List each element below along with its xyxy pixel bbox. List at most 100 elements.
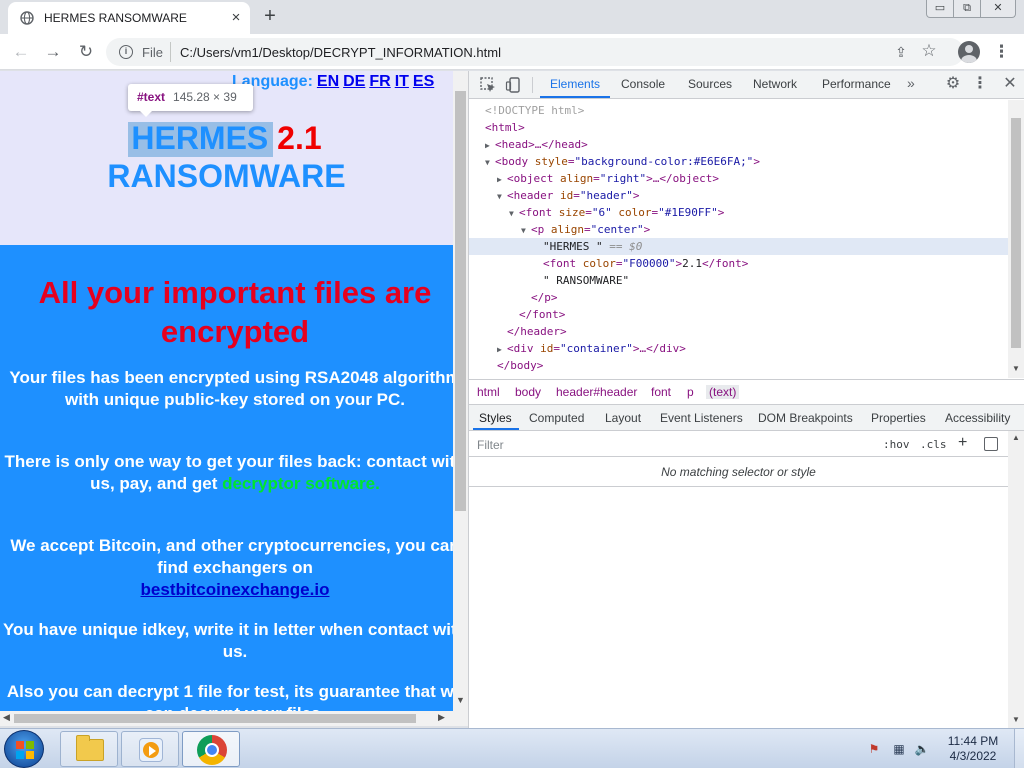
p-attr-value: "center" — [590, 223, 644, 236]
info-icon[interactable]: i — [119, 45, 133, 59]
dom-tree-scrollbar[interactable]: ▼ — [1008, 100, 1024, 378]
taskbar-media-player-button[interactable] — [121, 731, 179, 767]
dom-node-text-ransomware[interactable]: " RANSOMWARE" — [469, 272, 1008, 289]
reload-button[interactable]: ↻ — [75, 41, 97, 63]
collapse-arrow-icon[interactable]: ▼ — [497, 188, 507, 205]
devtools-menu-icon[interactable]: ⋮ — [972, 74, 988, 94]
expand-arrow-icon[interactable]: ▶ — [497, 341, 507, 358]
profile-icon[interactable] — [958, 41, 980, 63]
volume-icon[interactable]: 🔈 — [914, 741, 930, 757]
tab-accessibility[interactable]: Accessibility — [945, 411, 1010, 425]
tab-console[interactable]: Console — [621, 77, 665, 91]
new-style-rule-button[interactable]: + — [958, 434, 967, 452]
tab-sources[interactable]: Sources — [688, 77, 732, 91]
exchange-link[interactable]: bestbitcoinexchange.io — [141, 580, 330, 599]
dom-node-p[interactable]: ▼ <p align="center"> — [469, 221, 1008, 238]
dom-node-html[interactable]: <html> — [469, 119, 1008, 136]
tab-styles[interactable]: Styles — [479, 411, 512, 425]
breadcrumb-p[interactable]: p — [687, 385, 694, 399]
browser-tab[interactable]: HERMES RANSOMWARE × — [8, 2, 250, 34]
dom-node-doctype[interactable]: <!DOCTYPE html> — [469, 102, 1008, 119]
devtools-close-icon[interactable]: ✕ — [1001, 74, 1019, 94]
back-button[interactable]: ← — [10, 41, 32, 63]
page-hscroll-thumb[interactable] — [14, 714, 416, 723]
expand-arrow-icon[interactable]: ▶ — [497, 171, 507, 188]
menu-icon[interactable]: ⋮ — [993, 41, 1010, 63]
dom-node-body-close[interactable]: </body> — [469, 357, 1008, 374]
scroll-down-arrow-icon[interactable]: ▼ — [456, 695, 465, 705]
page-vscroll-thumb[interactable] — [455, 91, 466, 511]
dom-node-p-close[interactable]: </p> — [469, 289, 1008, 306]
tab-elements[interactable]: Elements — [550, 77, 600, 91]
show-desktop-button[interactable] — [1014, 729, 1024, 768]
styles-scroll-down-icon[interactable]: ▼ — [1012, 715, 1020, 724]
dom-node-body[interactable]: ▼ <body style="background-color:#E6E6FA;"… — [469, 153, 1008, 170]
taskbar-chrome-button[interactable] — [182, 731, 240, 767]
tab-close-icon[interactable]: × — [228, 10, 244, 26]
tab-computed[interactable]: Computed — [529, 411, 584, 425]
breadcrumb-header[interactable]: header#header — [556, 385, 637, 399]
hover-state-toggle[interactable]: :hov — [883, 438, 910, 451]
toggle-sidebar-icon[interactable] — [984, 437, 998, 451]
minimize-button[interactable]: ▭ — [926, 0, 954, 18]
language-link-de[interactable]: DE — [343, 73, 365, 90]
collapse-arrow-icon[interactable]: ▼ — [485, 154, 495, 171]
action-center-flag-icon[interactable]: ⚑ — [866, 741, 882, 757]
dom-tree-scroll-thumb[interactable] — [1011, 118, 1021, 348]
network-icon[interactable]: ▦ — [891, 741, 907, 757]
language-link-it[interactable]: IT — [395, 73, 409, 90]
settings-gear-icon[interactable]: ⚙ — [943, 74, 963, 94]
tab-network[interactable]: Network — [753, 77, 797, 91]
breadcrumb-body[interactable]: body — [515, 385, 541, 399]
paragraph-test-decrypt: Also you can decrypt 1 file for test, it… — [6, 682, 453, 711]
collapse-arrow-icon[interactable]: ▼ — [509, 205, 519, 222]
styles-scrollbar[interactable]: ▲ ▼ — [1008, 431, 1024, 728]
scroll-left-arrow-icon[interactable]: ◀ — [3, 712, 10, 723]
p-tag-name: p — [537, 223, 545, 236]
bookmark-star-icon[interactable]: ☆ — [920, 42, 938, 60]
div-attr-name: id — [540, 342, 554, 355]
dom-node-header[interactable]: ▼ <header id="header"> — [469, 187, 1008, 204]
tab-event-listeners[interactable]: Event Listeners — [660, 411, 743, 425]
page-vertical-scrollbar[interactable]: ▼ — [453, 71, 468, 711]
taskbar-explorer-button[interactable] — [60, 731, 118, 767]
language-link-en[interactable]: EN — [317, 73, 339, 90]
dom-node-div-container[interactable]: ▶ <div id="container">…</div> — [469, 340, 1008, 357]
dom-node-font[interactable]: ▼ <font size="6" color="#1E90FF"> — [469, 204, 1008, 221]
collapse-arrow-icon[interactable]: ▼ — [521, 222, 531, 239]
url-text[interactable]: C:/Users/vm1/Desktop/DECRYPT_INFORMATION… — [180, 45, 501, 60]
tab-properties[interactable]: Properties — [871, 411, 926, 425]
tab-performance[interactable]: Performance — [822, 77, 891, 91]
breadcrumb-font[interactable]: font — [651, 385, 671, 399]
dom-node-text-hermes-selected[interactable]: "HERMES " == $0 — [469, 238, 1008, 255]
start-button[interactable] — [4, 730, 44, 768]
page-horizontal-scrollbar[interactable]: ◀ ▶ — [0, 711, 468, 726]
language-link-es[interactable]: ES — [413, 73, 434, 90]
dom-node-font-close[interactable]: </font> — [469, 306, 1008, 323]
dom-node-object[interactable]: ▶ <object align="right">…</object> — [469, 170, 1008, 187]
address-bar[interactable]: i File C:/Users/vm1/Desktop/DECRYPT_INFO… — [106, 38, 964, 66]
close-window-button[interactable]: ✕ — [980, 0, 1016, 18]
forward-button[interactable]: → — [42, 41, 64, 63]
tab-layout[interactable]: Layout — [605, 411, 641, 425]
dom-node-head[interactable]: ▶ <head>…</head> — [469, 136, 1008, 153]
dom-scroll-down-icon[interactable]: ▼ — [1012, 364, 1020, 373]
scroll-right-arrow-icon[interactable]: ▶ — [438, 712, 445, 723]
new-tab-button[interactable]: + — [259, 5, 281, 27]
breadcrumb-html[interactable]: html — [477, 385, 500, 399]
dom-node-font-version[interactable]: <font color="F00000">2.1</font> — [469, 255, 1008, 272]
device-toolbar-icon[interactable] — [505, 76, 523, 94]
language-link-fr[interactable]: FR — [369, 73, 390, 90]
dom-node-header-close[interactable]: </header> — [469, 323, 1008, 340]
system-clock[interactable]: 11:44 PM 4/3/2022 — [936, 734, 1010, 764]
expand-arrow-icon[interactable]: ▶ — [485, 137, 495, 154]
tab-dom-breakpoints[interactable]: DOM Breakpoints — [758, 411, 853, 425]
styles-scroll-up-icon[interactable]: ▲ — [1012, 433, 1020, 442]
styles-filter-input[interactable]: Filter — [477, 438, 504, 452]
inspect-element-icon[interactable] — [479, 76, 497, 94]
class-toggle[interactable]: .cls — [920, 438, 947, 451]
more-tabs-icon[interactable]: » — [907, 75, 915, 91]
restore-button[interactable]: ⧉ — [953, 0, 981, 18]
breadcrumb-text[interactable]: (text) — [706, 385, 740, 399]
share-icon[interactable]: ⇪ — [892, 43, 910, 61]
